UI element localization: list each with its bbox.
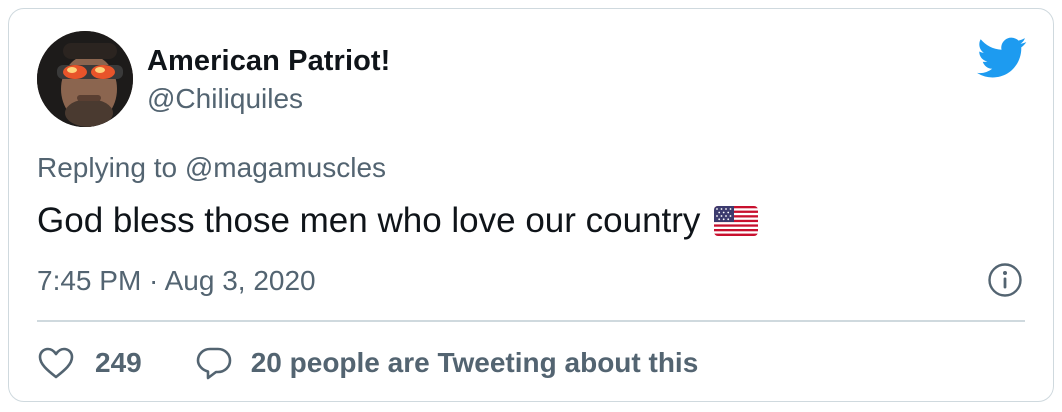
tweet-text-body: God bless those men who love our country bbox=[37, 201, 701, 240]
tweet-text: God bless those men who love our country bbox=[37, 201, 759, 241]
speech-bubble-icon[interactable] bbox=[196, 346, 232, 380]
replying-to-prefix: Replying to bbox=[37, 152, 178, 183]
avatar[interactable] bbox=[37, 31, 133, 127]
us-flag-emoji bbox=[714, 206, 759, 236]
tweet-actions: 249 20 people are Tweeting about this bbox=[37, 343, 698, 383]
info-icon[interactable] bbox=[987, 262, 1023, 298]
author-handle[interactable]: @Chiliquiles bbox=[147, 83, 303, 115]
replying-to: Replying to @magamuscles bbox=[37, 152, 386, 184]
heart-icon[interactable] bbox=[37, 346, 75, 380]
tweet-card[interactable]: American Patriot! @Chiliquiles Replying … bbox=[8, 8, 1054, 402]
divider bbox=[37, 320, 1025, 322]
tweet-timestamp[interactable]: 7:45 PM · Aug 3, 2020 bbox=[37, 265, 316, 297]
like-count[interactable]: 249 bbox=[95, 347, 142, 379]
avatar-image bbox=[37, 31, 133, 127]
replying-to-mention[interactable]: @magamuscles bbox=[185, 152, 386, 183]
tweeting-about-link[interactable]: 20 people are Tweeting about this bbox=[196, 346, 699, 380]
author-display-name[interactable]: American Patriot! bbox=[147, 45, 390, 78]
tweeting-about-label[interactable]: 20 people are Tweeting about this bbox=[251, 347, 699, 379]
twitter-bird-icon[interactable] bbox=[977, 37, 1027, 79]
